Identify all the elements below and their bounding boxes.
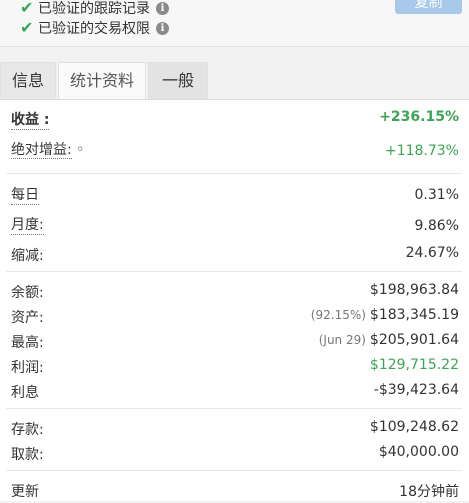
abs-gain-marker: ◦ <box>76 142 85 158</box>
gain-row: 收益 : +236.15% <box>11 109 459 131</box>
daily-value: 0.31% <box>414 187 459 203</box>
equity-value-wrap: (92.15%) $183,345.19 <box>311 307 459 323</box>
gain-value: +236.15% <box>379 109 459 125</box>
equity-row: 资产: (92.15%) $183,345.19 <box>11 307 459 329</box>
profit-value: $129,715.22 <box>369 357 459 373</box>
withdrawals-label: 取款: <box>11 447 44 463</box>
equity-percent: (92.15%) <box>310 308 366 322</box>
stats-panel: 收益 : +236.15% 绝对增益: ◦ +118.73% 每日 0.31% … <box>0 99 469 501</box>
copy-button[interactable]: 复制 <box>395 0 462 14</box>
tab-info[interactable]: 信息 <box>0 62 56 99</box>
info-icon[interactable]: i <box>156 1 169 15</box>
verified-trading-privileges: ✔ 已验证的交易权限 i <box>20 18 169 38</box>
highest-row: 最高: (Jun 29) $205,901.64 <box>11 332 459 354</box>
balance-label: 余额: <box>11 285 44 301</box>
deposits-row: 存款: $109,248.62 <box>11 419 459 441</box>
info-icon[interactable]: i <box>156 21 169 35</box>
abs-gain-label: 绝对增益: <box>11 142 72 159</box>
divider <box>6 173 462 174</box>
verification-panel: ✔ 已验证的跟踪记录 i ✔ 已验证的交易权限 i 复制 <box>0 0 469 47</box>
interest-label: 利息 <box>11 385 39 401</box>
drawdown-label: 缩减: <box>11 248 44 264</box>
balance-row: 余额: $198,963.84 <box>11 282 459 304</box>
monthly-row: 月度: 9.86% <box>11 214 459 236</box>
tab-general[interactable]: 一般 <box>148 62 208 99</box>
balance-value: $198,963.84 <box>369 282 459 298</box>
gain-label[interactable]: 收益 : <box>11 109 50 130</box>
drawdown-value: 24.67% <box>405 245 459 261</box>
verified-track-record-text: 已验证的跟踪记录 <box>38 1 150 17</box>
interest-value: -$39,423.64 <box>373 382 459 398</box>
profit-label: 利润: <box>11 360 44 376</box>
divider <box>6 408 462 409</box>
verified-track-record: ✔ 已验证的跟踪记录 i <box>20 0 169 18</box>
highest-value: $205,901.64 <box>369 332 459 348</box>
daily-label[interactable]: 每日 <box>11 184 39 205</box>
tab-stats[interactable]: 统计资料 <box>58 62 146 99</box>
check-icon: ✔ <box>20 18 34 37</box>
withdrawals-value: $40,000.00 <box>378 444 459 460</box>
highest-date: (Jun 29) <box>318 333 366 347</box>
abs-gain-value: +118.73% <box>384 143 459 159</box>
highest-value-wrap: (Jun 29) $205,901.64 <box>319 332 459 348</box>
daily-row: 每日 0.31% <box>11 184 459 206</box>
monthly-label[interactable]: 月度: <box>11 214 44 235</box>
interest-row: 利息 -$39,423.64 <box>11 382 459 404</box>
monthly-value: 9.86% <box>414 218 459 234</box>
divider <box>6 271 462 272</box>
tab-bar: 信息 统计资料 一般 <box>0 62 469 99</box>
profit-row: 利润: $129,715.22 <box>11 357 459 379</box>
abs-gain-label-wrap[interactable]: 绝对增益: ◦ <box>11 139 84 159</box>
equity-value: $183,345.19 <box>369 307 459 323</box>
updated-value: 18分钟前 <box>399 484 459 500</box>
updated-label: 更新 <box>11 484 39 500</box>
verified-trading-privileges-text: 已验证的交易权限 <box>38 21 150 37</box>
deposits-label: 存款: <box>11 422 44 438</box>
highest-label: 最高: <box>11 335 44 351</box>
divider <box>6 470 462 471</box>
equity-label: 资产: <box>11 310 44 326</box>
abs-gain-row: 绝对增益: ◦ +118.73% <box>11 139 459 161</box>
drawdown-row: 缩减: 24.67% <box>11 245 459 267</box>
deposits-value: $109,248.62 <box>369 419 459 435</box>
check-icon: ✔ <box>20 0 34 17</box>
withdrawals-row: 取款: $40,000.00 <box>11 444 459 466</box>
